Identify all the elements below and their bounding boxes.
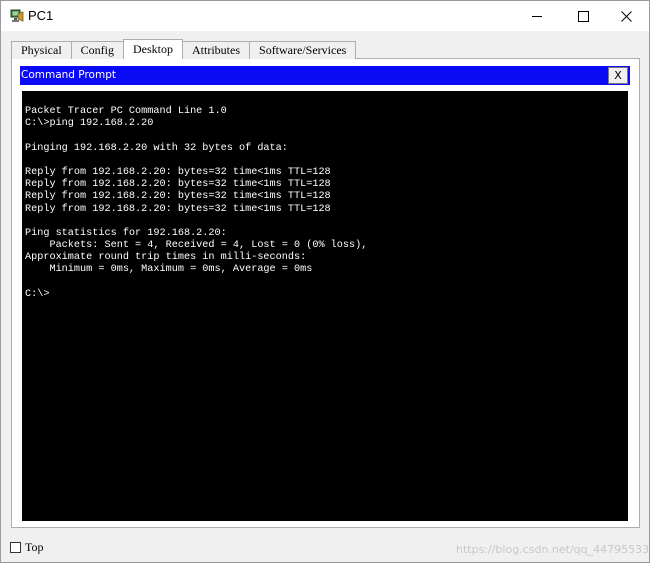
terminal-prompt-line: C:\>	[25, 288, 50, 300]
terminal-line: Packets: Sent = 4, Received = 4, Lost = …	[25, 240, 368, 252]
terminal-line: Reply from 192.168.2.20: bytes=32 time<1…	[25, 191, 331, 203]
terminal-line: Reply from 192.168.2.20: bytes=32 time<1…	[25, 203, 331, 215]
terminal-line: Minimum = 0ms, Maximum = 0ms, Average = …	[25, 264, 313, 276]
pc-device-icon	[10, 9, 24, 22]
top-option: Top	[10, 540, 44, 555]
terminal-output[interactable]: Packet Tracer PC Command Line 1.0 C:\>pi…	[22, 91, 628, 521]
pc1-window: PC1 Physical Config Desktop Attributes S…	[0, 0, 650, 563]
tab-software-services[interactable]: Software/Services	[249, 41, 357, 59]
terminal-line: Packet Tracer PC Command Line 1.0	[25, 106, 227, 117]
minimize-button[interactable]	[514, 1, 560, 31]
terminal-line: C:\>ping 192.168.2.20	[25, 118, 154, 130]
terminal-line: Pinging 192.168.2.20 with 32 bytes of da…	[25, 142, 288, 154]
command-prompt-title: Command Prompt	[20, 66, 630, 85]
close-button[interactable]	[603, 1, 649, 31]
tab-desktop[interactable]: Desktop	[123, 39, 184, 59]
tab-bar: Physical Config Desktop Attributes Softw…	[11, 39, 357, 59]
terminal-line: Ping statistics for 192.168.2.20:	[25, 227, 227, 239]
minimize-icon	[531, 15, 542, 17]
top-label: Top	[25, 540, 44, 554]
tab-attributes[interactable]: Attributes	[182, 41, 251, 59]
maximize-button[interactable]	[560, 1, 606, 31]
tab-physical[interactable]: Physical	[11, 41, 72, 59]
window-title: PC1	[28, 8, 54, 23]
watermark: https://blog.csdn.net/qq_44795533	[456, 543, 650, 556]
terminal-line: Reply from 192.168.2.20: bytes=32 time<1…	[25, 166, 331, 178]
command-prompt-close-button[interactable]: X	[608, 67, 628, 84]
terminal-line: Reply from 192.168.2.20: bytes=32 time<1…	[25, 179, 331, 191]
maximize-icon	[577, 10, 589, 22]
top-checkbox[interactable]	[10, 542, 21, 553]
tab-config[interactable]: Config	[70, 41, 125, 59]
terminal-line: Approximate round trip times in milli-se…	[25, 252, 307, 264]
close-icon	[620, 10, 632, 22]
command-prompt-window: Command Prompt X Packet Tracer PC Comman…	[20, 66, 630, 522]
title-bar[interactable]: PC1	[1, 1, 649, 31]
